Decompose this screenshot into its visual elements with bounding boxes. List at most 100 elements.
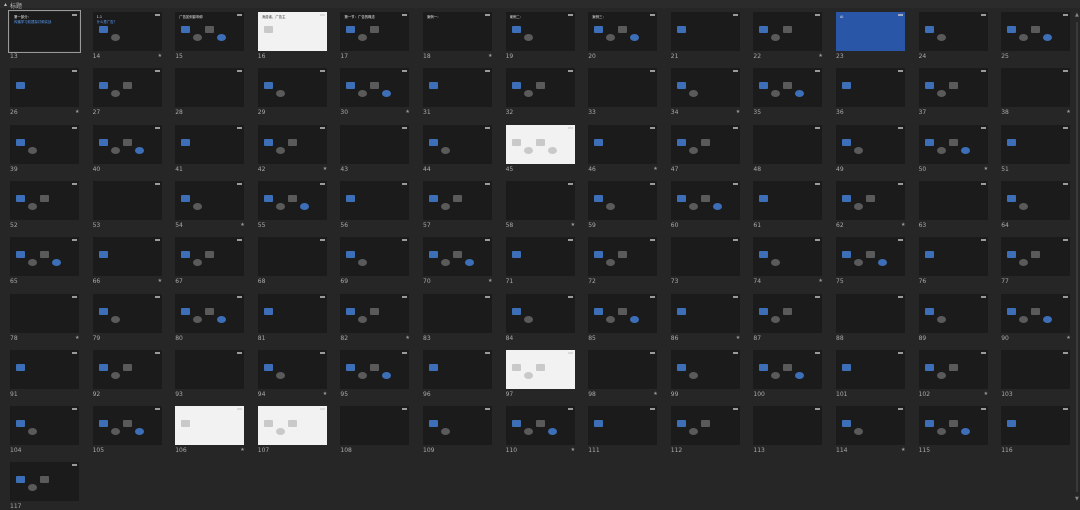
slide-thumbnail[interactable] [10,180,79,220]
slide-thumbnail[interactable] [10,293,79,333]
slide-thumbnail[interactable] [175,124,245,164]
slide-thumbnail[interactable] [175,406,245,446]
slide-thumbnail[interactable] [175,68,245,108]
slide-thumbnail[interactable] [588,237,658,277]
slide-thumbnail[interactable] [505,180,575,220]
slide-thumbnail[interactable] [505,68,575,108]
slide-thumbnail[interactable] [1001,406,1071,446]
vertical-scrollbar[interactable]: ▲ ▼ [1075,12,1079,502]
slide-thumbnail[interactable]: 广告如何影响你 [175,12,245,51]
slide-thumbnail[interactable] [753,12,823,51]
slide-thumbnail[interactable] [340,237,410,277]
slide-thumbnail[interactable] [1001,68,1071,108]
slide-thumbnail[interactable] [836,406,905,446]
slide-thumbnail[interactable]: AI [836,12,905,51]
slide-thumbnail[interactable] [175,180,245,220]
slide-thumbnail[interactable] [505,293,575,333]
slide-thumbnail[interactable] [257,180,327,220]
slide-thumbnail[interactable] [753,68,823,108]
slide-thumbnail[interactable] [257,293,327,333]
slide-thumbnail[interactable] [92,180,162,220]
slide-thumbnail[interactable] [340,293,410,333]
slide-thumbnail[interactable] [505,124,575,164]
slide-thumbnail[interactable]: 案例二： [505,12,575,51]
slide-thumbnail[interactable] [753,124,823,164]
slide-thumbnail[interactable] [1001,124,1071,164]
slide-thumbnail[interactable] [918,68,988,108]
slide-thumbnail[interactable] [753,180,823,220]
slide-thumbnail[interactable] [670,349,740,389]
slide-thumbnail[interactable] [340,180,410,220]
slide-thumbnail[interactable] [505,349,575,389]
slide-thumbnail[interactable] [340,68,410,108]
slide-thumbnail[interactable] [1001,349,1071,389]
slide-thumbnail[interactable]: 第一部分： 传播学习前提探讨和实战 [8,10,81,53]
slide-thumbnail[interactable] [588,68,658,108]
slide-thumbnail[interactable] [10,349,79,389]
slide-thumbnail[interactable]: 消费者、广告主 [257,12,327,51]
slide-thumbnail[interactable] [918,406,988,446]
slide-thumbnail[interactable] [423,68,492,108]
slide-thumbnail[interactable] [670,68,740,108]
slide-thumbnail[interactable] [10,406,79,446]
slide-thumbnail[interactable] [10,68,79,108]
slide-thumbnail[interactable] [836,237,905,277]
slide-thumbnail[interactable] [92,237,162,277]
slide-thumbnail[interactable] [836,124,905,164]
scroll-down-arrow-icon[interactable]: ▼ [1075,496,1079,502]
slide-thumbnail[interactable] [257,406,327,446]
slide-thumbnail[interactable]: 第一节：广告的概念 [340,12,410,51]
slide-thumbnail[interactable] [670,180,740,220]
slide-thumbnail[interactable] [10,462,79,502]
slide-thumbnail[interactable] [1001,12,1071,51]
slide-thumbnail[interactable] [670,124,740,164]
slide-thumbnail[interactable] [588,406,658,446]
slide-thumbnail[interactable] [753,237,823,277]
slide-thumbnail[interactable] [92,124,162,164]
slide-thumbnail[interactable] [505,237,575,277]
slide-thumbnail[interactable] [10,124,79,164]
slide-thumbnail[interactable] [836,293,905,333]
slide-thumbnail[interactable] [588,124,658,164]
slide-thumbnail[interactable] [92,349,162,389]
slide-thumbnail[interactable] [505,406,575,446]
slide-thumbnail[interactable] [257,124,327,164]
slide-thumbnail[interactable] [918,12,988,51]
scroll-up-arrow-icon[interactable]: ▲ [1075,12,1079,18]
slide-thumbnail[interactable] [175,293,245,333]
section-title[interactable]: 标题 [10,1,22,10]
slide-thumbnail[interactable] [918,293,988,333]
slide-thumbnail[interactable] [918,180,988,220]
slide-thumbnail[interactable] [175,237,245,277]
slide-thumbnail[interactable] [588,293,658,333]
slide-thumbnail[interactable] [918,237,988,277]
slide-thumbnail[interactable] [753,406,823,446]
slide-thumbnail[interactable] [1001,180,1071,220]
slide-thumbnail[interactable] [670,12,740,51]
slide-thumbnail[interactable] [92,293,162,333]
slide-thumbnail[interactable]: 案例三： [588,12,658,51]
slide-thumbnail[interactable]: 案例一： [423,12,492,51]
slide-thumbnail[interactable]: 1.1 什么是广告？ [92,12,162,51]
slide-thumbnail[interactable] [588,349,658,389]
slide-thumbnail[interactable] [92,406,162,446]
slide-thumbnail[interactable] [257,237,327,277]
slide-thumbnail[interactable] [670,406,740,446]
slide-thumbnail[interactable] [423,180,492,220]
slide-thumbnail[interactable] [423,349,492,389]
slide-thumbnail[interactable] [340,349,410,389]
slide-thumbnail[interactable] [257,68,327,108]
slide-thumbnail[interactable] [836,349,905,389]
scrollbar-thumb[interactable] [1076,22,1078,492]
slide-thumbnail[interactable] [836,68,905,108]
slide-thumbnail[interactable] [423,237,492,277]
slide-thumbnail[interactable] [588,180,658,220]
slide-thumbnail[interactable] [753,349,823,389]
slide-thumbnail[interactable] [753,293,823,333]
slide-thumbnail[interactable] [670,293,740,333]
slide-thumbnail[interactable] [175,349,245,389]
slide-thumbnail[interactable] [340,406,410,446]
slide-thumbnail[interactable] [257,349,327,389]
slide-thumbnail[interactable] [423,293,492,333]
slide-thumbnail[interactable] [423,406,492,446]
